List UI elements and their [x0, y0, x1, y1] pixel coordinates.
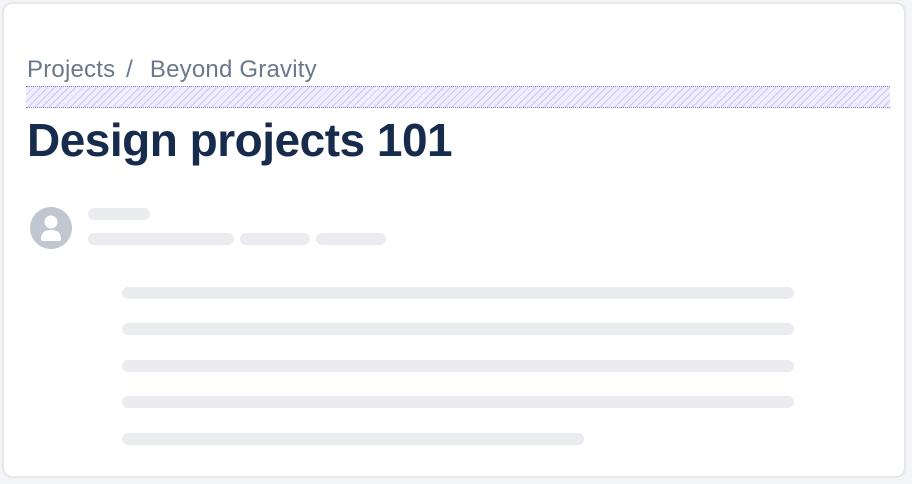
breadcrumb-item-current[interactable]: Beyond Gravity	[150, 56, 317, 83]
spacing-highlight	[26, 86, 890, 108]
breadcrumb-separator: /	[126, 56, 134, 83]
breadcrumb-item-projects[interactable]: Projects	[27, 56, 115, 83]
content-line-skeleton-4	[122, 396, 794, 408]
content-line-skeleton-2	[122, 323, 794, 335]
meta-skeleton-3	[316, 233, 386, 245]
user-avatar-icon	[30, 207, 72, 249]
content-line-skeleton-3	[122, 360, 794, 372]
meta-skeleton-1	[88, 233, 234, 245]
content-line-skeleton-1	[122, 287, 794, 299]
page-preview-card: Projects / Beyond Gravity Design project…	[2, 2, 906, 478]
author-name-skeleton	[88, 208, 150, 220]
page-title: Design projects 101	[27, 114, 453, 166]
meta-skeleton-2	[240, 233, 310, 245]
breadcrumb: Projects / Beyond Gravity	[27, 56, 317, 84]
content-line-skeleton-5	[122, 433, 584, 445]
